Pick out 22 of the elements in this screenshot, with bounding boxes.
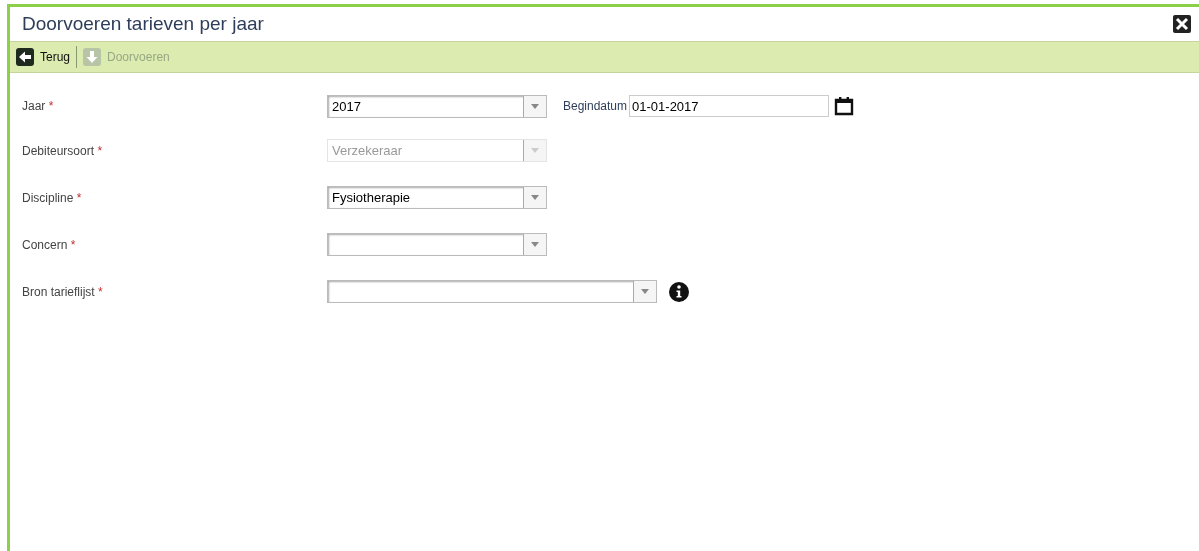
window-title: Doorvoeren tarieven per jaar (22, 13, 264, 35)
dropdown-field[interactable] (327, 233, 547, 256)
date-field[interactable]: 01-01-2017 (629, 95, 830, 117)
back-arrow-icon (16, 48, 34, 66)
calendar-icon[interactable] (834, 96, 855, 116)
dropdown-field[interactable]: 2017 (327, 94, 547, 118)
caret-icon (641, 289, 649, 294)
dropdown-field[interactable]: Fysiotherapie (327, 186, 547, 209)
field-label: Bron tarieflijst * (22, 284, 104, 299)
field-label: Begindatum (563, 99, 628, 113)
caret-icon (531, 103, 539, 109)
info-icon[interactable] (669, 281, 689, 302)
field-label: Debiteursoort * (22, 143, 104, 158)
toolbar-button[interactable]: Terug (16, 48, 71, 66)
field-label: Concern * (22, 237, 77, 252)
field-label: Jaar * (22, 99, 55, 113)
close-icon[interactable] (1173, 15, 1191, 33)
dropdown-field[interactable] (327, 280, 657, 303)
field-label: Discipline * (22, 190, 83, 205)
caret-icon (531, 195, 539, 200)
caret-icon (531, 148, 539, 153)
caret-icon (531, 242, 539, 247)
